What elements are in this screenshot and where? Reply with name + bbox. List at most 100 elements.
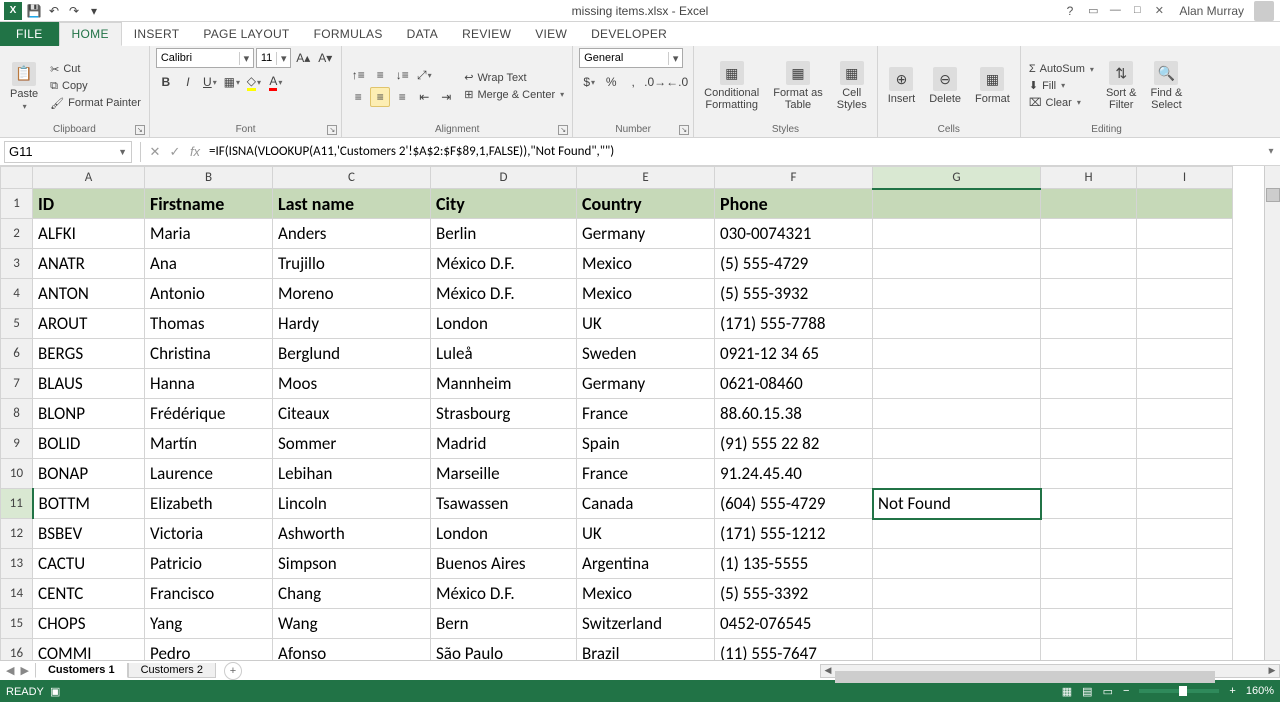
cell-D9[interactable]: Madrid <box>431 429 577 459</box>
cell-F8[interactable]: 88.60.15.38 <box>715 399 873 429</box>
cell-E16[interactable]: Brazil <box>577 639 715 661</box>
row-header-13[interactable]: 13 <box>1 549 33 579</box>
tab-home[interactable]: HOME <box>59 22 122 46</box>
increase-font-icon[interactable]: A▴ <box>293 48 313 68</box>
tab-page-layout[interactable]: PAGE LAYOUT <box>191 22 301 46</box>
cell-A6[interactable]: BERGS <box>33 339 145 369</box>
cell-A4[interactable]: ANTON <box>33 279 145 309</box>
align-center-icon[interactable]: ≡ <box>370 87 390 107</box>
col-header-C[interactable]: C <box>273 167 431 189</box>
cell-G1[interactable] <box>873 189 1041 219</box>
row-header-11[interactable]: 11 <box>1 489 33 519</box>
col-header-H[interactable]: H <box>1041 167 1137 189</box>
col-header-E[interactable]: E <box>577 167 715 189</box>
cell-H8[interactable] <box>1041 399 1137 429</box>
cell-B2[interactable]: Maria <box>145 219 273 249</box>
cell-D14[interactable]: México D.F. <box>431 579 577 609</box>
cell-C14[interactable]: Chang <box>273 579 431 609</box>
col-header-D[interactable]: D <box>431 167 577 189</box>
spreadsheet-grid[interactable]: ABCDEFGHI1IDFirstnameLast nameCityCountr… <box>0 166 1233 660</box>
cell-C1[interactable]: Last name <box>273 189 431 219</box>
cell-B12[interactable]: Victoria <box>145 519 273 549</box>
cell-F7[interactable]: 0621-08460 <box>715 369 873 399</box>
maximize-icon[interactable]: □ <box>1127 4 1147 17</box>
tab-data[interactable]: DATA <box>395 22 450 46</box>
cell-F14[interactable]: (5) 555-3392 <box>715 579 873 609</box>
cell-F13[interactable]: (1) 135-5555 <box>715 549 873 579</box>
fill-color-button[interactable]: ◇▾ <box>244 72 264 92</box>
cell-G7[interactable] <box>873 369 1041 399</box>
vertical-scrollbar[interactable] <box>1264 166 1280 660</box>
accounting-format-icon[interactable]: $▾ <box>579 72 599 92</box>
cell-C8[interactable]: Citeaux <box>273 399 431 429</box>
alignment-dialog-launcher-icon[interactable]: ↘ <box>558 125 568 135</box>
cell-B5[interactable]: Thomas <box>145 309 273 339</box>
qat-save-icon[interactable]: 💾 <box>26 3 42 19</box>
cell-B6[interactable]: Christina <box>145 339 273 369</box>
cell-E7[interactable]: Germany <box>577 369 715 399</box>
cell-I4[interactable] <box>1137 279 1233 309</box>
font-color-button[interactable]: A▾ <box>266 72 286 92</box>
cell-B13[interactable]: Patricio <box>145 549 273 579</box>
cell-G3[interactable] <box>873 249 1041 279</box>
cell-E9[interactable]: Spain <box>577 429 715 459</box>
cell-C16[interactable]: Afonso <box>273 639 431 661</box>
cell-G8[interactable] <box>873 399 1041 429</box>
cell-H16[interactable] <box>1041 639 1137 661</box>
qat-customize-icon[interactable]: ▾ <box>86 3 102 19</box>
sheet-tab-customers 2[interactable]: Customers 2 <box>128 663 216 678</box>
cell-G9[interactable] <box>873 429 1041 459</box>
cell-A12[interactable]: BSBEV <box>33 519 145 549</box>
cell-A8[interactable]: BLONP <box>33 399 145 429</box>
align-top-icon[interactable]: ↑≡ <box>348 65 368 85</box>
cell-E8[interactable]: France <box>577 399 715 429</box>
font-size-combo[interactable]: 11▾ <box>256 48 291 68</box>
help-icon[interactable]: ? <box>1067 4 1074 18</box>
borders-button[interactable]: ▦▾ <box>222 72 242 92</box>
horizontal-scrollbar[interactable]: ◀▶ <box>820 664 1280 678</box>
cell-G16[interactable] <box>873 639 1041 661</box>
find-select-button[interactable]: 🔍Find & Select <box>1147 59 1187 113</box>
row-header-14[interactable]: 14 <box>1 579 33 609</box>
cell-A13[interactable]: CACTU <box>33 549 145 579</box>
col-header-A[interactable]: A <box>33 167 145 189</box>
cell-E5[interactable]: UK <box>577 309 715 339</box>
cell-H11[interactable] <box>1041 489 1137 519</box>
cell-F15[interactable]: 0452-076545 <box>715 609 873 639</box>
cell-A7[interactable]: BLAUS <box>33 369 145 399</box>
cell-I5[interactable] <box>1137 309 1233 339</box>
row-header-8[interactable]: 8 <box>1 399 33 429</box>
select-all-corner[interactable] <box>1 167 33 189</box>
cell-E4[interactable]: Mexico <box>577 279 715 309</box>
cell-E3[interactable]: Mexico <box>577 249 715 279</box>
cell-F16[interactable]: (11) 555-7647 <box>715 639 873 661</box>
cell-B3[interactable]: Ana <box>145 249 273 279</box>
cell-I15[interactable] <box>1137 609 1233 639</box>
cell-E15[interactable]: Switzerland <box>577 609 715 639</box>
cell-F10[interactable]: 91.24.45.40 <box>715 459 873 489</box>
col-header-G[interactable]: G <box>873 167 1041 189</box>
tab-formulas[interactable]: FORMULAS <box>302 22 395 46</box>
cancel-formula-icon[interactable]: ✕ <box>145 144 165 160</box>
insert-function-icon[interactable]: fx <box>185 144 205 159</box>
cell-B7[interactable]: Hanna <box>145 369 273 399</box>
col-header-F[interactable]: F <box>715 167 873 189</box>
cell-H12[interactable] <box>1041 519 1137 549</box>
cell-I7[interactable] <box>1137 369 1233 399</box>
copy-button[interactable]: ⧉Copy <box>48 79 143 94</box>
cut-button[interactable]: ✂Cut <box>48 62 143 77</box>
row-header-16[interactable]: 16 <box>1 639 33 661</box>
grid-area[interactable]: ABCDEFGHI1IDFirstnameLast nameCityCountr… <box>0 166 1280 660</box>
row-header-6[interactable]: 6 <box>1 339 33 369</box>
new-sheet-button[interactable]: + <box>224 662 242 680</box>
decrease-decimal-icon[interactable]: ←.0 <box>667 72 687 92</box>
cell-C12[interactable]: Ashworth <box>273 519 431 549</box>
font-dialog-launcher-icon[interactable]: ↘ <box>327 125 337 135</box>
cell-H14[interactable] <box>1041 579 1137 609</box>
cell-C2[interactable]: Anders <box>273 219 431 249</box>
cell-D12[interactable]: London <box>431 519 577 549</box>
cell-F6[interactable]: 0921-12 34 65 <box>715 339 873 369</box>
ribbon-display-icon[interactable]: ▭ <box>1083 4 1103 17</box>
cell-D4[interactable]: México D.F. <box>431 279 577 309</box>
comma-format-icon[interactable]: , <box>623 72 643 92</box>
